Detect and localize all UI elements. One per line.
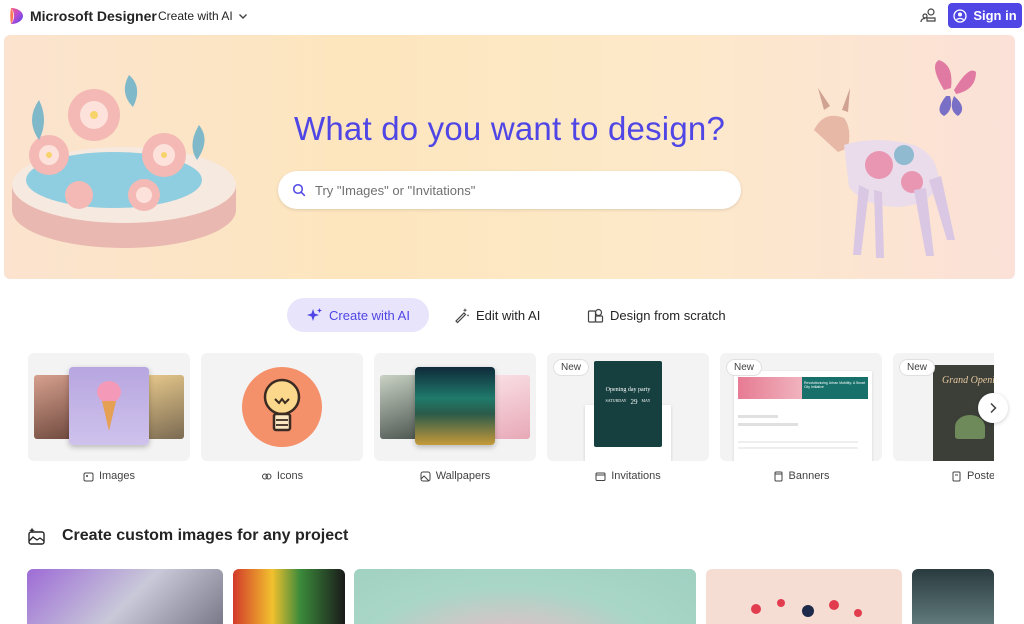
category-card-poster[interactable]: Grand Openi New Poster	[893, 353, 994, 482]
category-card-invitations[interactable]: Opening day party SATURDAY 29 MAY New In…	[547, 353, 709, 482]
person-circle-icon	[953, 8, 967, 23]
category-label: Banners	[788, 470, 830, 482]
invitation-icon	[595, 472, 606, 481]
banner-headline: Revolutionizing Urban Mobility: A Smart …	[804, 381, 866, 389]
category-carousel: Images Icons Wallpapers Opening day part…	[28, 353, 994, 488]
mode-tabs: Create with AI Edit with AI Design from …	[0, 298, 1024, 332]
gallery-image-room[interactable]	[912, 569, 994, 624]
designer-logo-icon[interactable]	[9, 7, 25, 25]
category-label-row: Banners	[720, 470, 882, 482]
fawn	[814, 88, 955, 258]
tab-label: Design from scratch	[610, 307, 726, 323]
invitation-title: Opening day party	[605, 387, 651, 393]
search-bar[interactable]	[278, 171, 741, 209]
icons-icon	[261, 473, 272, 479]
wallpapers-thumbnail	[374, 353, 536, 461]
fawn-butterfly-illustration	[814, 60, 976, 258]
gallery-image-hat[interactable]	[233, 569, 345, 624]
category-card-images[interactable]: Images	[28, 353, 190, 482]
category-label: Wallpapers	[435, 470, 491, 482]
tab-label: Create with AI	[329, 307, 410, 323]
sign-in-label: Sign in	[973, 8, 1017, 23]
new-badge: New	[553, 359, 590, 376]
image-sparkle-icon	[83, 472, 94, 481]
create-menu-label: Create with AI	[158, 9, 233, 23]
invitation-day: SATURDAY	[605, 398, 627, 403]
carousel-next-button[interactable]	[978, 393, 1008, 423]
search-icon	[292, 183, 306, 197]
magic-wand-icon	[455, 307, 470, 323]
image-sparkle-section-icon	[28, 527, 45, 545]
tab-edit-with-ai[interactable]: Edit with AI	[453, 298, 540, 332]
tab-design-from-scratch[interactable]: Design from scratch	[587, 298, 726, 332]
brand-name[interactable]: Microsoft Designer	[30, 8, 157, 24]
sign-in-button[interactable]: Sign in	[948, 3, 1022, 28]
banner-icon	[774, 471, 782, 481]
search-input[interactable]	[315, 182, 715, 198]
category-label: Images	[98, 470, 136, 482]
gallery-image-cat[interactable]	[27, 569, 223, 624]
sparkle-icon	[307, 307, 323, 321]
new-badge: New	[899, 359, 936, 376]
people-settings-icon[interactable]	[920, 7, 937, 24]
icons-thumbnail	[201, 353, 363, 461]
category-label: Invitations	[611, 470, 661, 482]
category-label: Poster	[967, 470, 994, 482]
shapes-icon	[587, 308, 604, 323]
new-badge: New	[726, 359, 763, 376]
hero-banner: What do you want to design?	[4, 35, 1015, 279]
create-with-ai-menu[interactable]: Create with AI	[158, 9, 248, 23]
invitation-month: MAY	[641, 398, 651, 403]
floral-cake-illustration	[12, 75, 236, 248]
category-card-banners[interactable]: Revolutionizing Urban Mobility: A Smart …	[720, 353, 882, 482]
gallery-image-flowers[interactable]	[706, 569, 902, 624]
poster-headline: Grand Openi	[942, 375, 994, 386]
chevron-down-icon	[238, 14, 247, 19]
tab-label: Edit with AI	[476, 307, 541, 323]
section-title: Create custom images for any project	[62, 527, 349, 544]
butterfly	[935, 60, 976, 116]
wallpaper-icon	[420, 471, 431, 481]
category-label-row: Wallpapers	[374, 470, 536, 482]
category-label-row: Icons	[201, 470, 363, 482]
top-bar: Microsoft Designer Create with AI Sign i…	[0, 0, 1024, 33]
banners-thumbnail: Revolutionizing Urban Mobility: A Smart …	[720, 353, 882, 461]
invitation-date: 29	[630, 398, 638, 406]
gallery-image-tree[interactable]	[354, 569, 696, 624]
tab-create-with-ai[interactable]: Create with AI	[287, 298, 429, 332]
chevron-right-icon	[990, 402, 997, 414]
invitations-thumbnail: Opening day party SATURDAY 29 MAY New	[547, 353, 709, 461]
category-label-row: Invitations	[547, 470, 709, 482]
category-label-row: Poster	[893, 470, 994, 482]
category-label-row: Images	[28, 470, 190, 482]
category-label: Icons	[276, 470, 304, 482]
images-thumbnail	[28, 353, 190, 461]
image-gallery	[27, 569, 994, 624]
category-card-wallpapers[interactable]: Wallpapers	[374, 353, 536, 482]
poster-icon	[952, 471, 961, 481]
category-card-icons[interactable]: Icons	[201, 353, 363, 482]
